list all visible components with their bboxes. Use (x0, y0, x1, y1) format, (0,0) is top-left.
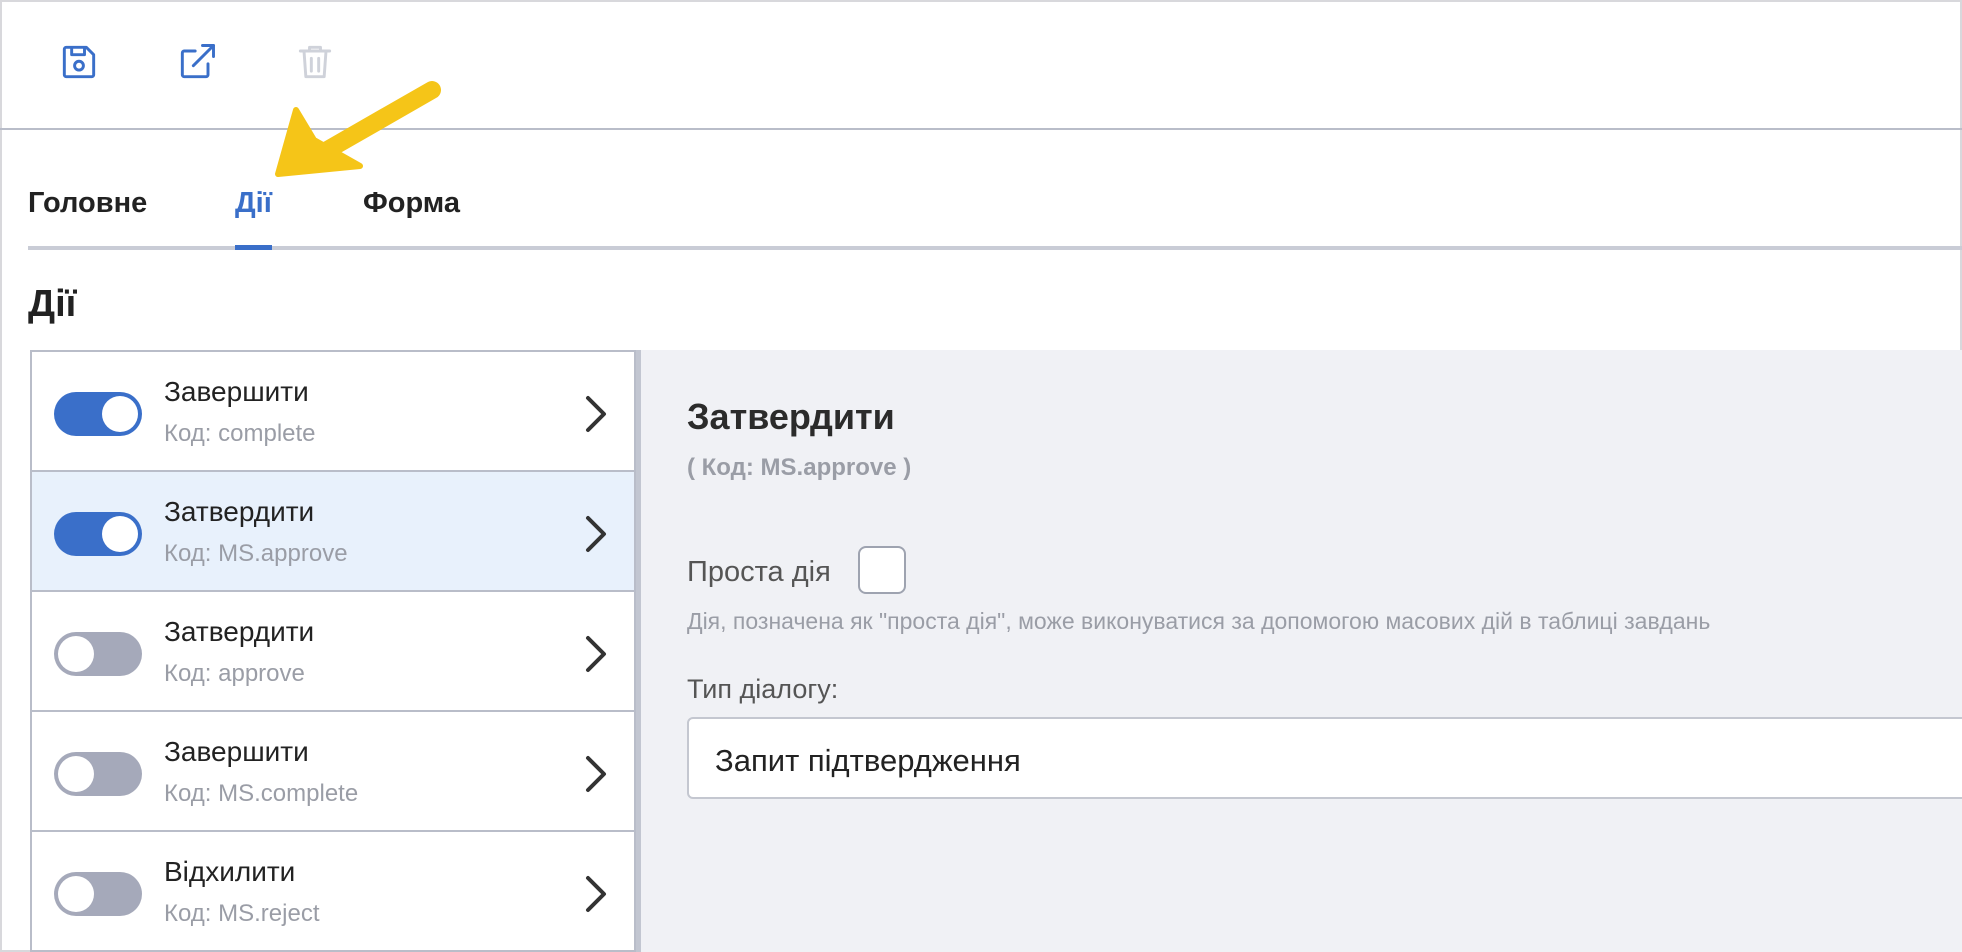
action-enabled-toggle[interactable] (54, 632, 142, 676)
save-icon (62, 45, 96, 79)
action-code: Код: approve (164, 660, 305, 687)
actions-list: Завершити Код: complete Затвердити Код: … (30, 350, 636, 952)
tab-form[interactable]: Форма (363, 188, 460, 246)
tab-bar: Головне Дії Форма (28, 184, 1962, 250)
section-title: Дії (28, 283, 77, 325)
simple-action-hint: Дія, позначена як "проста дія", може вик… (687, 608, 1711, 634)
tab-actions[interactable]: Дії (235, 188, 272, 250)
action-item[interactable]: Завершити Код: complete (32, 352, 634, 472)
chevron-right-icon (586, 636, 606, 672)
action-enabled-toggle[interactable] (54, 872, 142, 916)
external-link-icon (180, 44, 215, 79)
simple-action-label: Проста дія (687, 556, 831, 588)
open-in-new-window-button[interactable] (173, 38, 221, 86)
simple-action-checkbox[interactable] (858, 546, 906, 594)
action-title: Затвердити (164, 616, 315, 647)
chevron-right-icon (586, 396, 606, 432)
action-enabled-toggle[interactable] (54, 392, 142, 436)
action-item[interactable]: Відхилити Код: MS.reject (32, 832, 634, 952)
chevron-right-icon (586, 516, 606, 552)
action-code: Код: MS.complete (164, 780, 359, 807)
action-title: Відхилити (164, 856, 296, 887)
dialog-type-label: Тип діалогу: (687, 674, 839, 704)
action-code: Код: complete (164, 420, 316, 447)
action-detail-panel: Затвердити ( Код: MS.approve ) Проста ді… (641, 350, 1962, 952)
annotation-arrow-icon (275, 81, 441, 177)
action-title: Завершити (164, 376, 309, 407)
action-code: Код: MS.reject (164, 900, 320, 927)
action-title: Завершити (164, 736, 309, 767)
action-enabled-toggle[interactable] (54, 512, 142, 556)
chevron-right-icon (586, 756, 606, 792)
dialog-type-select[interactable]: Запит підтвердження (687, 717, 1962, 799)
chevron-right-icon (586, 876, 606, 912)
action-title: Затвердити (164, 496, 315, 527)
detail-title: Затвердити (687, 396, 895, 437)
save-button[interactable] (55, 38, 103, 86)
action-code: Код: MS.approve (164, 540, 348, 567)
action-enabled-toggle[interactable] (54, 752, 142, 796)
tab-main[interactable]: Головне (28, 188, 147, 246)
dialog-type-value: Запит підтвердження (715, 743, 1021, 778)
action-item[interactable]: Завершити Код: MS.complete (32, 712, 634, 832)
action-item[interactable]: Затвердити Код: approve (32, 592, 634, 712)
detail-code: ( Код: MS.approve ) (687, 454, 912, 481)
action-item-selected[interactable]: Затвердити Код: MS.approve (32, 472, 634, 592)
